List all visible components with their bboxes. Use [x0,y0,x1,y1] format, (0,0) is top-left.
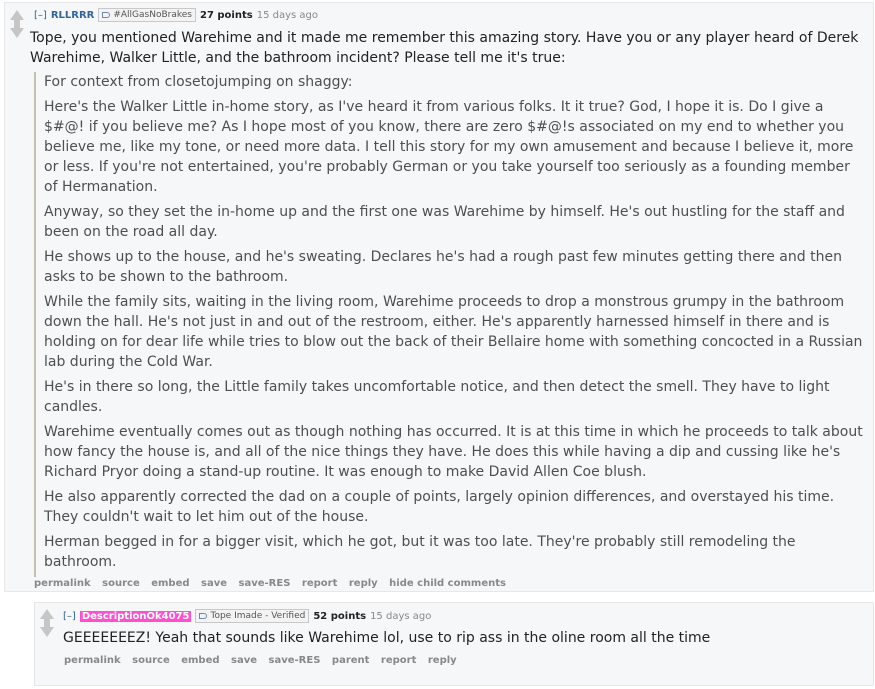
save-res-button[interactable]: save-RES [269,655,321,666]
reply-button[interactable]: reply [349,578,378,589]
score: 27 points [199,9,253,21]
tag-icon [102,12,111,18]
report-button[interactable]: report [302,578,337,589]
quote-paragraph: Herman begged in for a bigger visit, whi… [44,534,796,570]
quote-paragraph: For context from closetojumping on shagg… [44,74,353,90]
quote-paragraph: While the family sits, waiting in the li… [44,294,863,370]
quote-paragraph: Anyway, so they set the in-home up and t… [44,204,845,240]
collapse-toggle[interactable]: [–] [34,10,47,21]
child-button-row: permalink source embed save save-RES par… [64,655,465,666]
reply-button[interactable]: reply [428,655,457,666]
user-flair: #AllGasNoBrakes [98,8,196,22]
parent-button-row: permalink source embed save save-RES rep… [34,578,514,589]
user-flair: Tope Imade - Verified [195,609,310,623]
save-res-button[interactable]: save-RES [239,578,291,589]
quote-paragraph: He's in there so long, the Little family… [44,379,830,415]
save-button[interactable]: save [201,578,227,589]
comment-body: Tope, you mentioned Warehime and it made… [30,30,859,66]
parent-tagline: [–] RLLRRR #AllGasNoBrakes 27 points 15 … [34,8,322,22]
collapse-toggle[interactable]: [–] [63,611,76,622]
permalink-button[interactable]: permalink [64,655,121,666]
embed-button[interactable]: embed [181,655,219,666]
source-button[interactable]: source [102,578,140,589]
tag-icon [199,613,208,619]
timestamp: 15 days ago [256,9,318,21]
author-link[interactable]: DescriptionOk4075 [79,610,192,622]
embed-button[interactable]: embed [151,578,189,589]
blockquote: For context from closetojumping on shagg… [34,72,866,577]
timestamp: 15 days ago [370,610,432,622]
save-button[interactable]: save [231,655,257,666]
child-tagline: [–] DescriptionOk4075 Tope Imade - Verif… [63,609,435,623]
quote-paragraph: Here's the Walker Little in-home story, … [44,99,854,195]
hide-child-comments-button[interactable]: hide child comments [389,578,506,589]
source-button[interactable]: source [132,655,170,666]
score: 52 points [313,610,367,622]
upvote-arrow-icon[interactable] [10,10,24,24]
quote-paragraph: Warehime eventually comes out as though … [44,424,863,480]
parent-button[interactable]: parent [332,655,370,666]
flair-text: #AllGasNoBrakes [113,10,192,20]
child-vote [40,609,54,637]
permalink-button[interactable]: permalink [34,578,91,589]
report-button[interactable]: report [381,655,416,666]
parent-vote [10,10,24,38]
quote-paragraph: He also apparently corrected the dad on … [44,489,835,525]
downvote-arrow-icon[interactable] [10,23,24,38]
author-link[interactable]: RLLRRR [51,10,95,21]
quote-paragraph: He shows up to the house, and he's sweat… [44,249,842,285]
upvote-arrow-icon[interactable] [40,609,54,623]
downvote-arrow-icon[interactable] [40,622,54,637]
comment-body: GEEEEEEEZ! Yeah that sounds like Warehim… [63,630,711,646]
flair-text: Tope Imade - Verified [210,611,306,621]
